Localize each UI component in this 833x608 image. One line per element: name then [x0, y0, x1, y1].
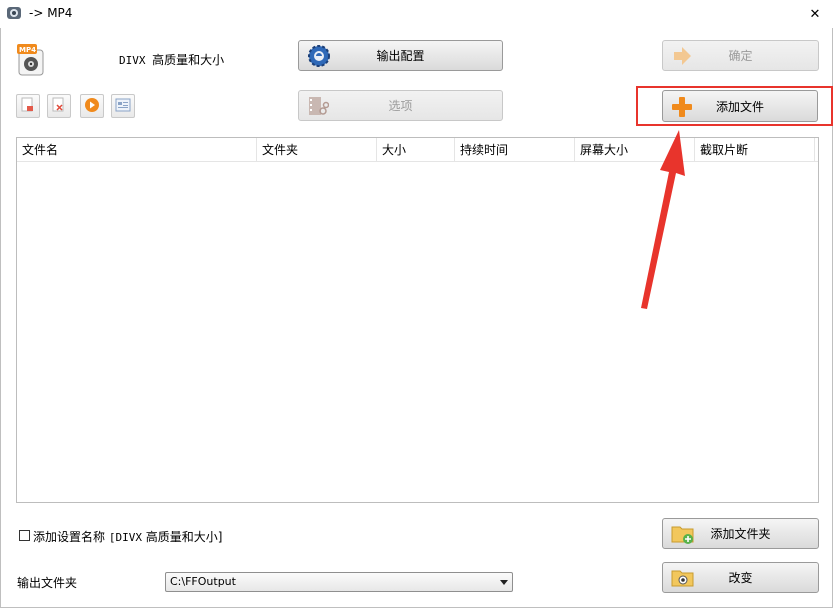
output-folder-select[interactable]: C:\FFOutput — [165, 572, 513, 592]
close-icon: ✕ — [809, 6, 821, 22]
window-title: -> MP4 — [29, 6, 73, 20]
gear-globe-icon — [307, 45, 331, 70]
profile-name: 高质量和大小 — [152, 53, 225, 67]
svg-text:MP4: MP4 — [19, 46, 36, 54]
folder-eye-icon — [671, 567, 695, 592]
play-button[interactable] — [80, 94, 104, 118]
change-button[interactable]: 改变 — [662, 562, 819, 593]
output-folder-label: 输出文件夹 — [17, 576, 78, 590]
confirm-button[interactable]: 确定 — [662, 40, 819, 71]
close-button[interactable]: ✕ — [800, 3, 830, 25]
profile-label: DIVX 高质量和大小 — [119, 51, 224, 68]
clear-list-icon — [21, 97, 35, 116]
plus-icon — [671, 96, 693, 121]
add-name-value-prefix: [DIVX — [108, 531, 142, 544]
output-config-button[interactable]: 输出配置 — [298, 40, 503, 71]
profile-prefix: DIVX — [119, 54, 146, 67]
add-folder-button[interactable]: 添加文件夹 — [662, 518, 819, 549]
add-file-label: 添加文件 — [715, 99, 764, 114]
column-header-clip[interactable]: 截取片断 — [695, 138, 815, 162]
remove-item-button[interactable] — [47, 94, 71, 118]
add-folder-label: 添加文件夹 — [710, 527, 771, 541]
file-list[interactable]: 文件名 文件夹 大小 持续时间 屏幕大小 截取片断 — [16, 137, 819, 503]
add-name-label: 添加设置名称 [DIVX 高质量和大小] — [33, 528, 222, 545]
media-info-icon — [115, 98, 131, 115]
options-label: 选项 — [388, 99, 413, 113]
column-header-folder[interactable]: 文件夹 — [257, 138, 377, 162]
add-name-value-suffix: 高质量和大小] — [145, 530, 223, 544]
confirm-label: 确定 — [728, 49, 753, 63]
output-config-label: 输出配置 — [376, 49, 425, 63]
remove-item-icon — [52, 97, 66, 116]
column-header-filename[interactable]: 文件名 — [17, 138, 257, 162]
folder-plus-icon — [671, 523, 695, 548]
arrow-right-icon — [671, 45, 693, 70]
output-folder-value: C:\FFOutput — [170, 575, 236, 588]
column-header-screen-size[interactable]: 屏幕大小 — [575, 138, 695, 162]
column-header-duration[interactable]: 持续时间 — [455, 138, 575, 162]
chevron-down-icon — [500, 580, 508, 585]
add-name-label-text: 添加设置名称 — [33, 530, 106, 544]
change-label: 改变 — [728, 571, 753, 585]
file-list-header: 文件名 文件夹 大小 持续时间 屏幕大小 截取片断 — [17, 138, 818, 162]
mp4-format-icon: MP4 — [16, 42, 46, 76]
play-icon — [84, 97, 100, 116]
title-bar — [0, 0, 833, 28]
options-button[interactable]: 选项 — [298, 90, 503, 121]
add-name-checkbox[interactable] — [19, 530, 30, 541]
film-scissors-icon — [307, 95, 330, 120]
app-icon — [6, 6, 22, 20]
media-info-button[interactable] — [111, 94, 135, 118]
add-file-button[interactable]: 添加文件 — [662, 90, 818, 122]
clear-list-button[interactable] — [16, 94, 40, 118]
column-header-size[interactable]: 大小 — [377, 138, 455, 162]
